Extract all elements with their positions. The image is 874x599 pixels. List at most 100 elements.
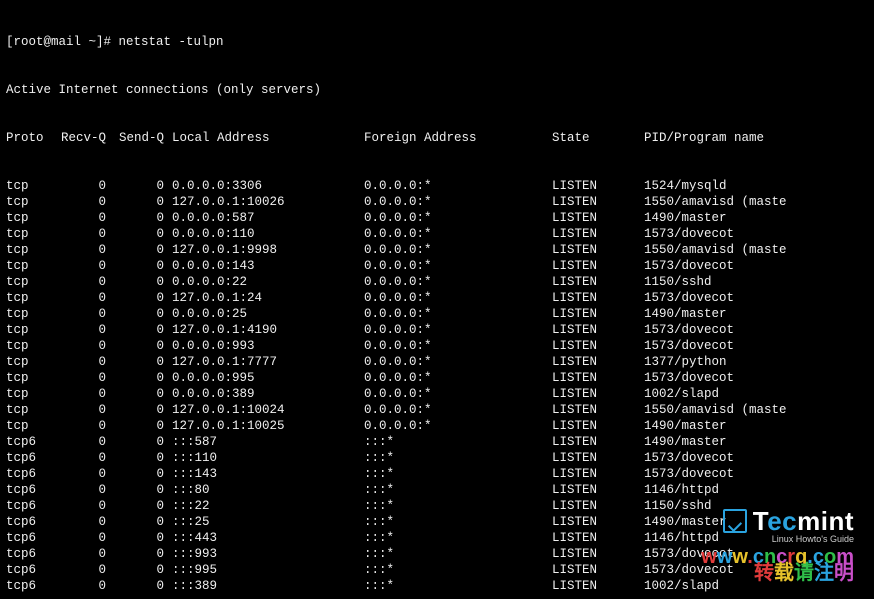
cell-foreign: :::* xyxy=(364,546,552,562)
cell-pid: 1550/amavisd (maste xyxy=(644,242,787,258)
column-headers: ProtoRecv-QSend-QLocal AddressForeign Ad… xyxy=(6,130,868,146)
cell-local: :::25 xyxy=(164,514,364,530)
netstat-row: tcp000.0.0.0:3890.0.0.0:*LISTEN1002/slap… xyxy=(6,386,868,402)
cell-foreign: :::* xyxy=(364,482,552,498)
cell-sendq: 0 xyxy=(106,482,164,498)
cell-proto: tcp xyxy=(6,194,54,210)
cell-pid: 1550/amavisd (maste xyxy=(644,402,787,418)
netstat-row: tcp00127.0.0.1:41900.0.0.0:*LISTEN1573/d… xyxy=(6,322,868,338)
cell-recvq: 0 xyxy=(54,354,106,370)
cell-local: 127.0.0.1:7777 xyxy=(164,354,364,370)
cell-recvq: 0 xyxy=(54,306,106,322)
cell-foreign: 0.0.0.0:* xyxy=(364,402,552,418)
cell-recvq: 0 xyxy=(54,210,106,226)
netstat-row: tcp00127.0.0.1:100260.0.0.0:*LISTEN1550/… xyxy=(6,194,868,210)
cell-sendq: 0 xyxy=(106,466,164,482)
netstat-row: tcp000.0.0.0:1430.0.0.0:*LISTEN1573/dove… xyxy=(6,258,868,274)
cell-sendq: 0 xyxy=(106,434,164,450)
cell-state: LISTEN xyxy=(552,386,644,402)
cell-foreign: :::* xyxy=(364,578,552,594)
cell-recvq: 0 xyxy=(54,530,106,546)
prompt-line-1: [root@mail ~]# netstat -tulpn xyxy=(6,34,868,50)
cell-foreign: 0.0.0.0:* xyxy=(364,370,552,386)
netstat-row: tcp000.0.0.0:9950.0.0.0:*LISTEN1573/dove… xyxy=(6,370,868,386)
cell-proto: tcp6 xyxy=(6,482,54,498)
cell-local: :::587 xyxy=(164,434,364,450)
cell-recvq: 0 xyxy=(54,434,106,450)
netstat-row: tcp000.0.0.0:220.0.0.0:*LISTEN1150/sshd xyxy=(6,274,868,290)
cell-recvq: 0 xyxy=(54,290,106,306)
cell-recvq: 0 xyxy=(54,482,106,498)
cell-proto: tcp6 xyxy=(6,434,54,450)
cell-proto: tcp xyxy=(6,226,54,242)
cell-recvq: 0 xyxy=(54,226,106,242)
cell-pid: 1573/dovecot xyxy=(644,466,734,482)
cell-foreign: 0.0.0.0:* xyxy=(364,386,552,402)
cell-pid: 1573/dovecot xyxy=(644,450,734,466)
cell-proto: tcp6 xyxy=(6,514,54,530)
cell-foreign: 0.0.0.0:* xyxy=(364,210,552,226)
cell-pid: 1550/amavisd (maste xyxy=(644,194,787,210)
cell-proto: tcp6 xyxy=(6,450,54,466)
cell-state: LISTEN xyxy=(552,578,644,594)
cell-sendq: 0 xyxy=(106,546,164,562)
cell-sendq: 0 xyxy=(106,562,164,578)
cell-local: 0.0.0.0:25 xyxy=(164,306,364,322)
cell-local: 0.0.0.0:110 xyxy=(164,226,364,242)
cell-pid: 1490/master xyxy=(644,418,727,434)
cell-sendq: 0 xyxy=(106,402,164,418)
cell-pid: 1573/dovecot xyxy=(644,370,734,386)
cell-foreign: 0.0.0.0:* xyxy=(364,322,552,338)
cell-proto: tcp6 xyxy=(6,530,54,546)
cell-state: LISTEN xyxy=(552,354,644,370)
cell-foreign: :::* xyxy=(364,450,552,466)
cell-proto: tcp6 xyxy=(6,546,54,562)
cell-foreign: 0.0.0.0:* xyxy=(364,194,552,210)
cell-proto: tcp xyxy=(6,178,54,194)
cell-local: 127.0.0.1:24 xyxy=(164,290,364,306)
cell-sendq: 0 xyxy=(106,498,164,514)
cell-proto: tcp xyxy=(6,402,54,418)
netstat-row: tcp000.0.0.0:33060.0.0.0:*LISTEN1524/mys… xyxy=(6,178,868,194)
cell-state: LISTEN xyxy=(552,370,644,386)
cell-state: LISTEN xyxy=(552,402,644,418)
cell-local: 0.0.0.0:22 xyxy=(164,274,364,290)
cell-foreign: 0.0.0.0:* xyxy=(364,178,552,194)
cell-sendq: 0 xyxy=(106,258,164,274)
cell-sendq: 0 xyxy=(106,386,164,402)
cell-recvq: 0 xyxy=(54,514,106,530)
cell-state: LISTEN xyxy=(552,178,644,194)
cell-proto: tcp6 xyxy=(6,466,54,482)
command-text: netstat -tulpn xyxy=(119,35,224,49)
cell-local: 127.0.0.1:4190 xyxy=(164,322,364,338)
cell-pid: 1490/master xyxy=(644,210,727,226)
cell-state: LISTEN xyxy=(552,546,644,562)
cell-recvq: 0 xyxy=(54,338,106,354)
cell-foreign: :::* xyxy=(364,530,552,546)
cell-recvq: 0 xyxy=(54,418,106,434)
cell-foreign: :::* xyxy=(364,434,552,450)
cell-foreign: :::* xyxy=(364,466,552,482)
cell-pid: 1490/master xyxy=(644,434,727,450)
cell-proto: tcp xyxy=(6,306,54,322)
cell-state: LISTEN xyxy=(552,562,644,578)
netstat-row: tcp00127.0.0.1:99980.0.0.0:*LISTEN1550/a… xyxy=(6,242,868,258)
col-local-header: Local Address xyxy=(164,130,364,146)
col-foreign-header: Foreign Address xyxy=(364,130,552,146)
cell-pid: 1146/httpd xyxy=(644,482,719,498)
cell-state: LISTEN xyxy=(552,210,644,226)
cell-state: LISTEN xyxy=(552,338,644,354)
cell-state: LISTEN xyxy=(552,482,644,498)
terminal-window[interactable]: [root@mail ~]# netstat -tulpn Active Int… xyxy=(0,0,874,599)
col-state-header: State xyxy=(552,130,644,146)
cell-recvq: 0 xyxy=(54,402,106,418)
cell-state: LISTEN xyxy=(552,274,644,290)
cell-proto: tcp6 xyxy=(6,498,54,514)
cell-local: 127.0.0.1:9998 xyxy=(164,242,364,258)
cell-recvq: 0 xyxy=(54,194,106,210)
cell-recvq: 0 xyxy=(54,546,106,562)
cell-recvq: 0 xyxy=(54,274,106,290)
cell-sendq: 0 xyxy=(106,178,164,194)
netstat-row: tcp00127.0.0.1:100240.0.0.0:*LISTEN1550/… xyxy=(6,402,868,418)
cell-sendq: 0 xyxy=(106,514,164,530)
